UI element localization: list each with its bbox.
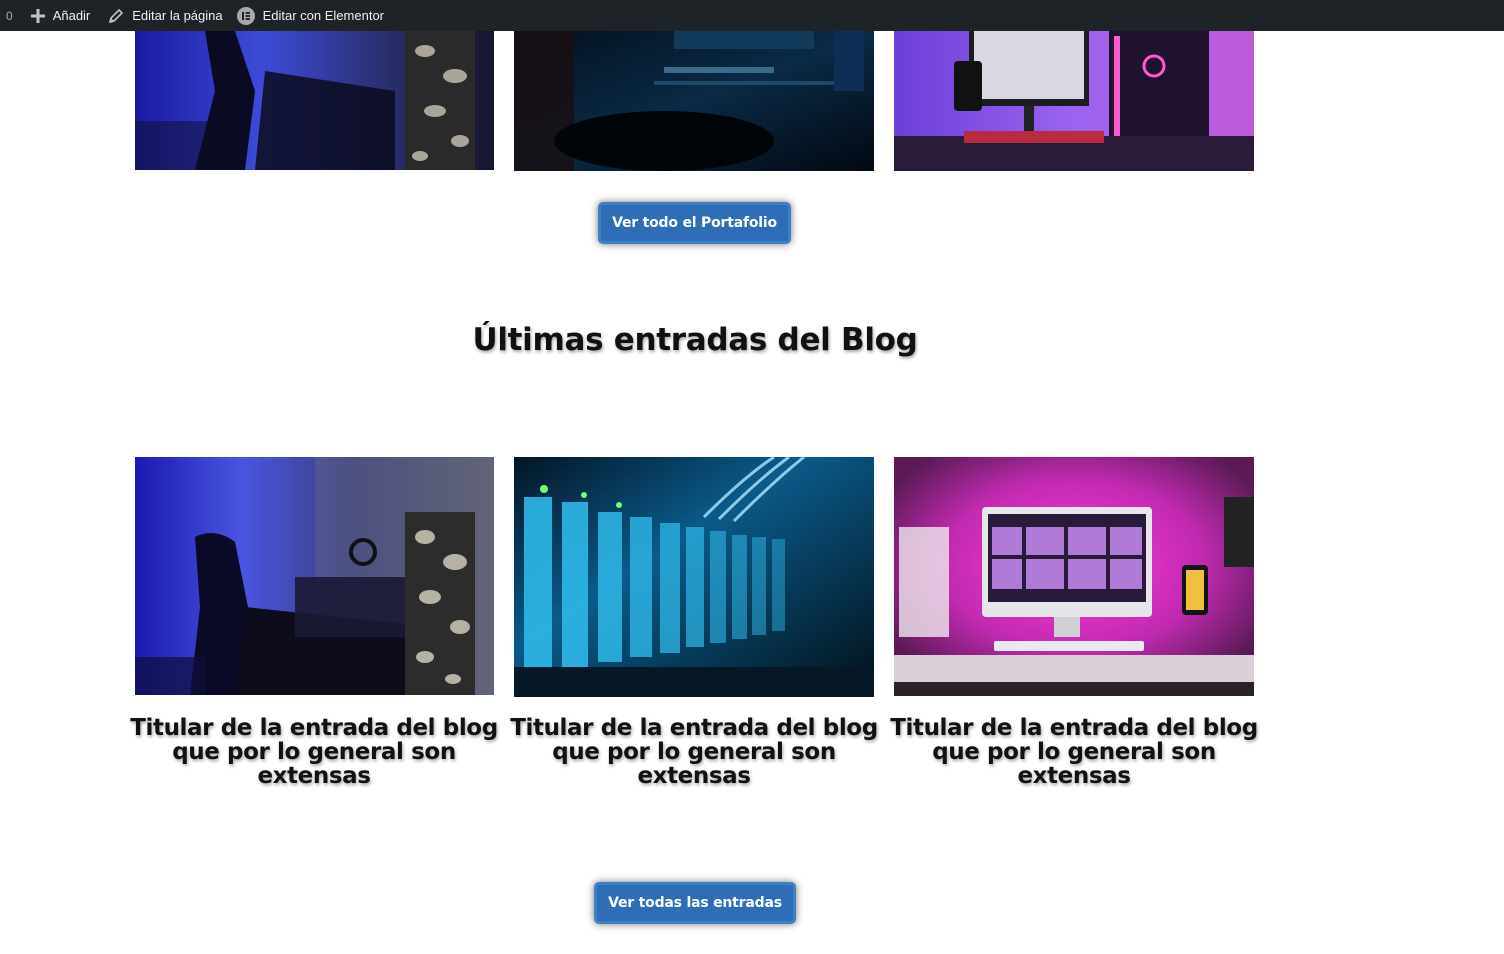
edit-page-button[interactable]: Editar la página	[100, 0, 230, 31]
elementor-icon	[236, 6, 255, 25]
blog-post-title-2[interactable]: Titular de la entrada del blog que por l…	[509, 716, 879, 788]
portfolio-image-2[interactable]	[514, 31, 874, 171]
view-portfolio-button[interactable]: Ver todo el Portafolio	[598, 202, 791, 244]
blog-post-image-3[interactable]	[894, 457, 1254, 696]
blog-post-image-2[interactable]	[514, 457, 874, 697]
edit-page-label: Editar la página	[132, 8, 223, 23]
edit-with-elementor-label: Editar con Elementor	[262, 8, 385, 23]
blog-post-image-1[interactable]	[135, 457, 494, 695]
pencil-icon	[108, 8, 124, 24]
blog-post-title-1[interactable]: Titular de la entrada del blog que por l…	[129, 716, 499, 788]
plus-icon	[30, 8, 45, 23]
blog-post-title-3[interactable]: Titular de la entrada del blog que por l…	[889, 716, 1259, 788]
edit-with-elementor-button[interactable]: Editar con Elementor	[229, 0, 392, 31]
blog-section-heading: Últimas entradas del Blog	[472, 322, 918, 358]
view-all-posts-button[interactable]: Ver todas las entradas	[594, 882, 796, 924]
add-new-label: Añadir	[52, 8, 91, 23]
admin-bar-counter[interactable]: 0	[0, 9, 23, 23]
wp-admin-bar: 0 Añadir Editar la página Editar con Ele…	[0, 0, 1504, 31]
portfolio-image-3[interactable]	[894, 31, 1254, 171]
portfolio-image-1[interactable]	[135, 31, 494, 170]
add-new-button[interactable]: Añadir	[23, 0, 99, 31]
